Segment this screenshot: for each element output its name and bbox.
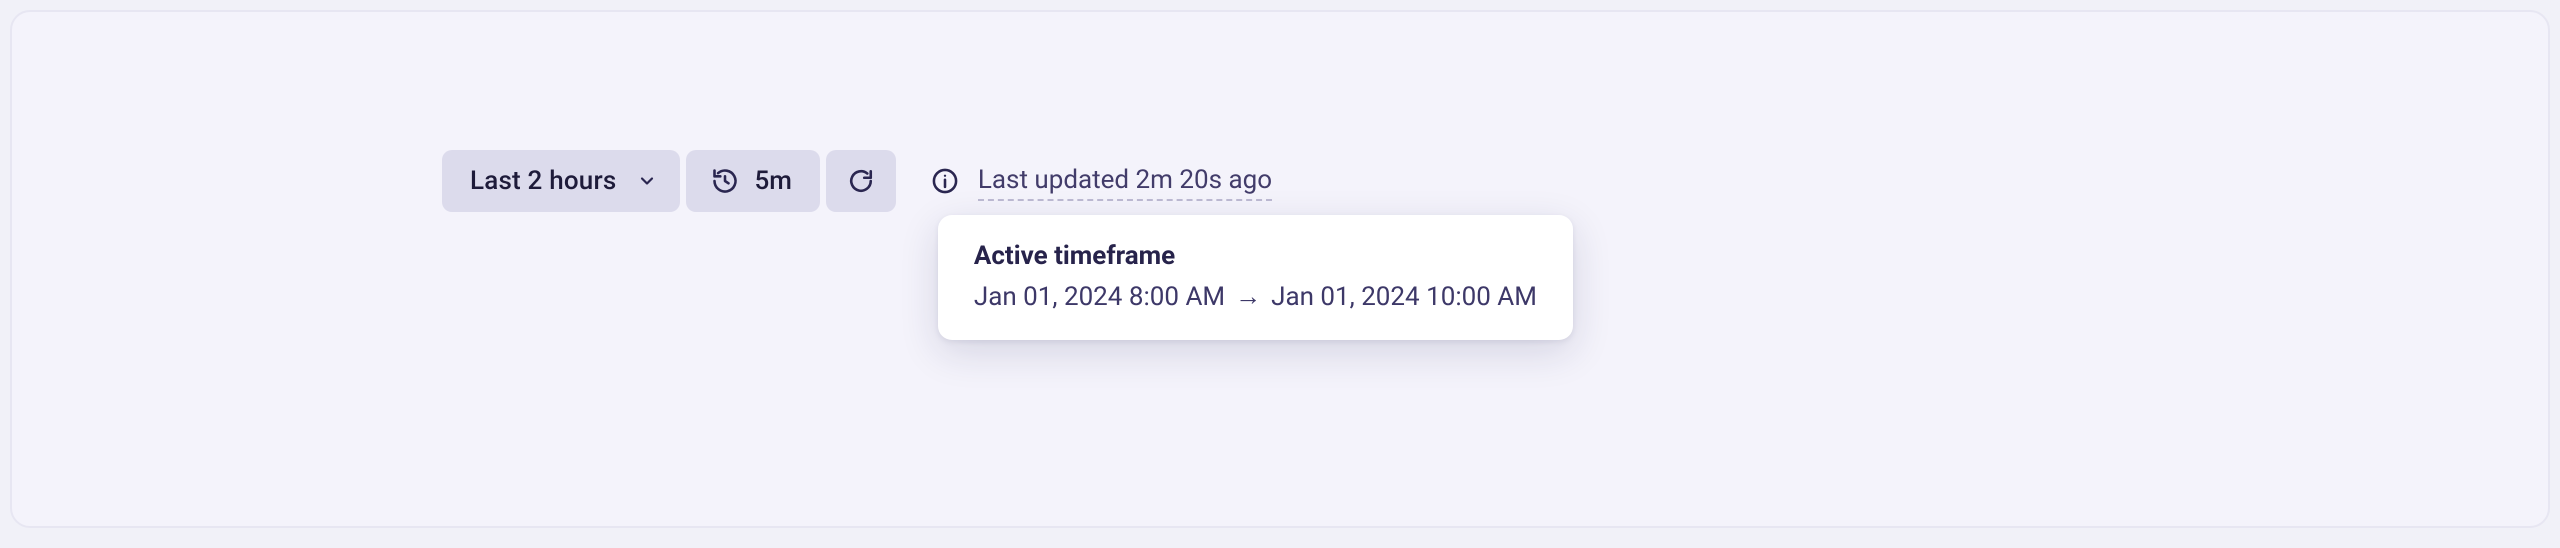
chevron-down-icon xyxy=(634,168,660,194)
last-updated-text[interactable]: Last updated 2m 20s ago xyxy=(978,165,1272,201)
refresh-button[interactable] xyxy=(826,150,896,212)
refresh-icon xyxy=(846,166,876,196)
refresh-interval-selector[interactable]: 5m xyxy=(686,150,819,212)
tooltip-range: Jan 01, 2024 8:00 AM → Jan 01, 2024 10:0… xyxy=(974,281,1537,312)
tooltip-from: Jan 01, 2024 8:00 AM xyxy=(974,282,1225,312)
tooltip-title: Active timeframe xyxy=(974,241,1537,271)
last-updated-block: Last updated 2m 20s ago Active timeframe… xyxy=(930,165,1272,196)
tooltip-to: Jan 01, 2024 10:00 AM xyxy=(1271,282,1537,312)
time-range-selector[interactable]: Last 2 hours xyxy=(442,150,680,212)
clock-refresh-icon xyxy=(710,166,740,196)
arrow-right-icon: → xyxy=(1235,281,1261,312)
timeframe-tooltip: Active timeframe Jan 01, 2024 8:00 AM → … xyxy=(938,215,1573,340)
time-range-label: Last 2 hours xyxy=(470,166,616,196)
time-toolbar: Last 2 hours 5m xyxy=(442,150,1272,212)
refresh-interval-label: 5m xyxy=(754,166,791,196)
last-updated-wrap: Last updated 2m 20s ago Active timeframe… xyxy=(978,165,1272,196)
info-icon xyxy=(930,166,960,196)
page-surface: Last 2 hours 5m xyxy=(10,10,2550,528)
